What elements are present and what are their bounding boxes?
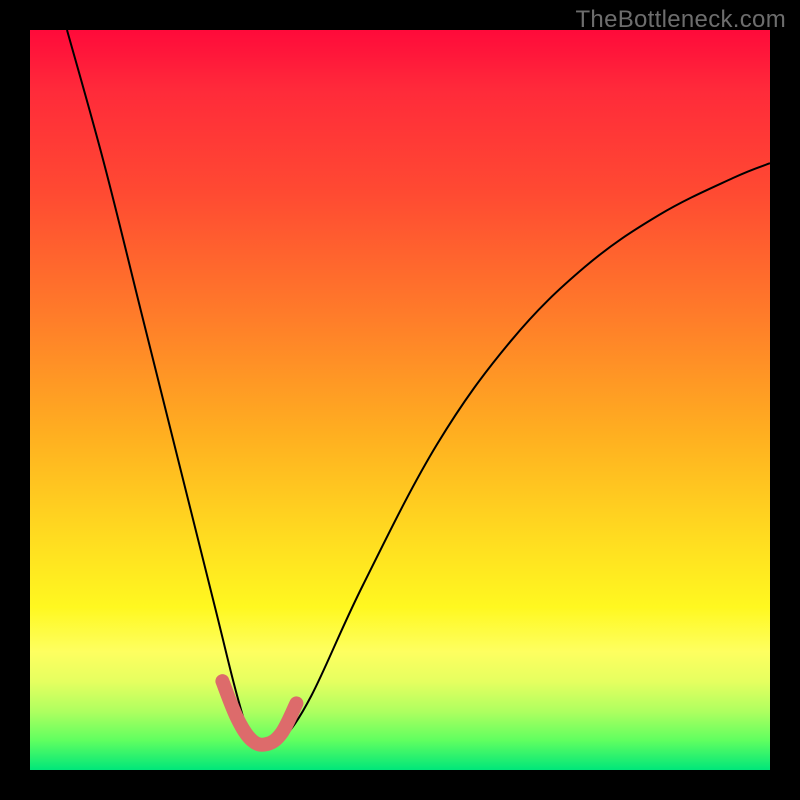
chart-frame: TheBottleneck.com: [0, 0, 800, 800]
optimal-trough-marker: [222, 681, 296, 745]
watermark-text: TheBottleneck.com: [575, 6, 786, 34]
plot-area: [30, 30, 770, 770]
curve-layer: [30, 30, 770, 770]
bottleneck-curve: [67, 30, 770, 748]
